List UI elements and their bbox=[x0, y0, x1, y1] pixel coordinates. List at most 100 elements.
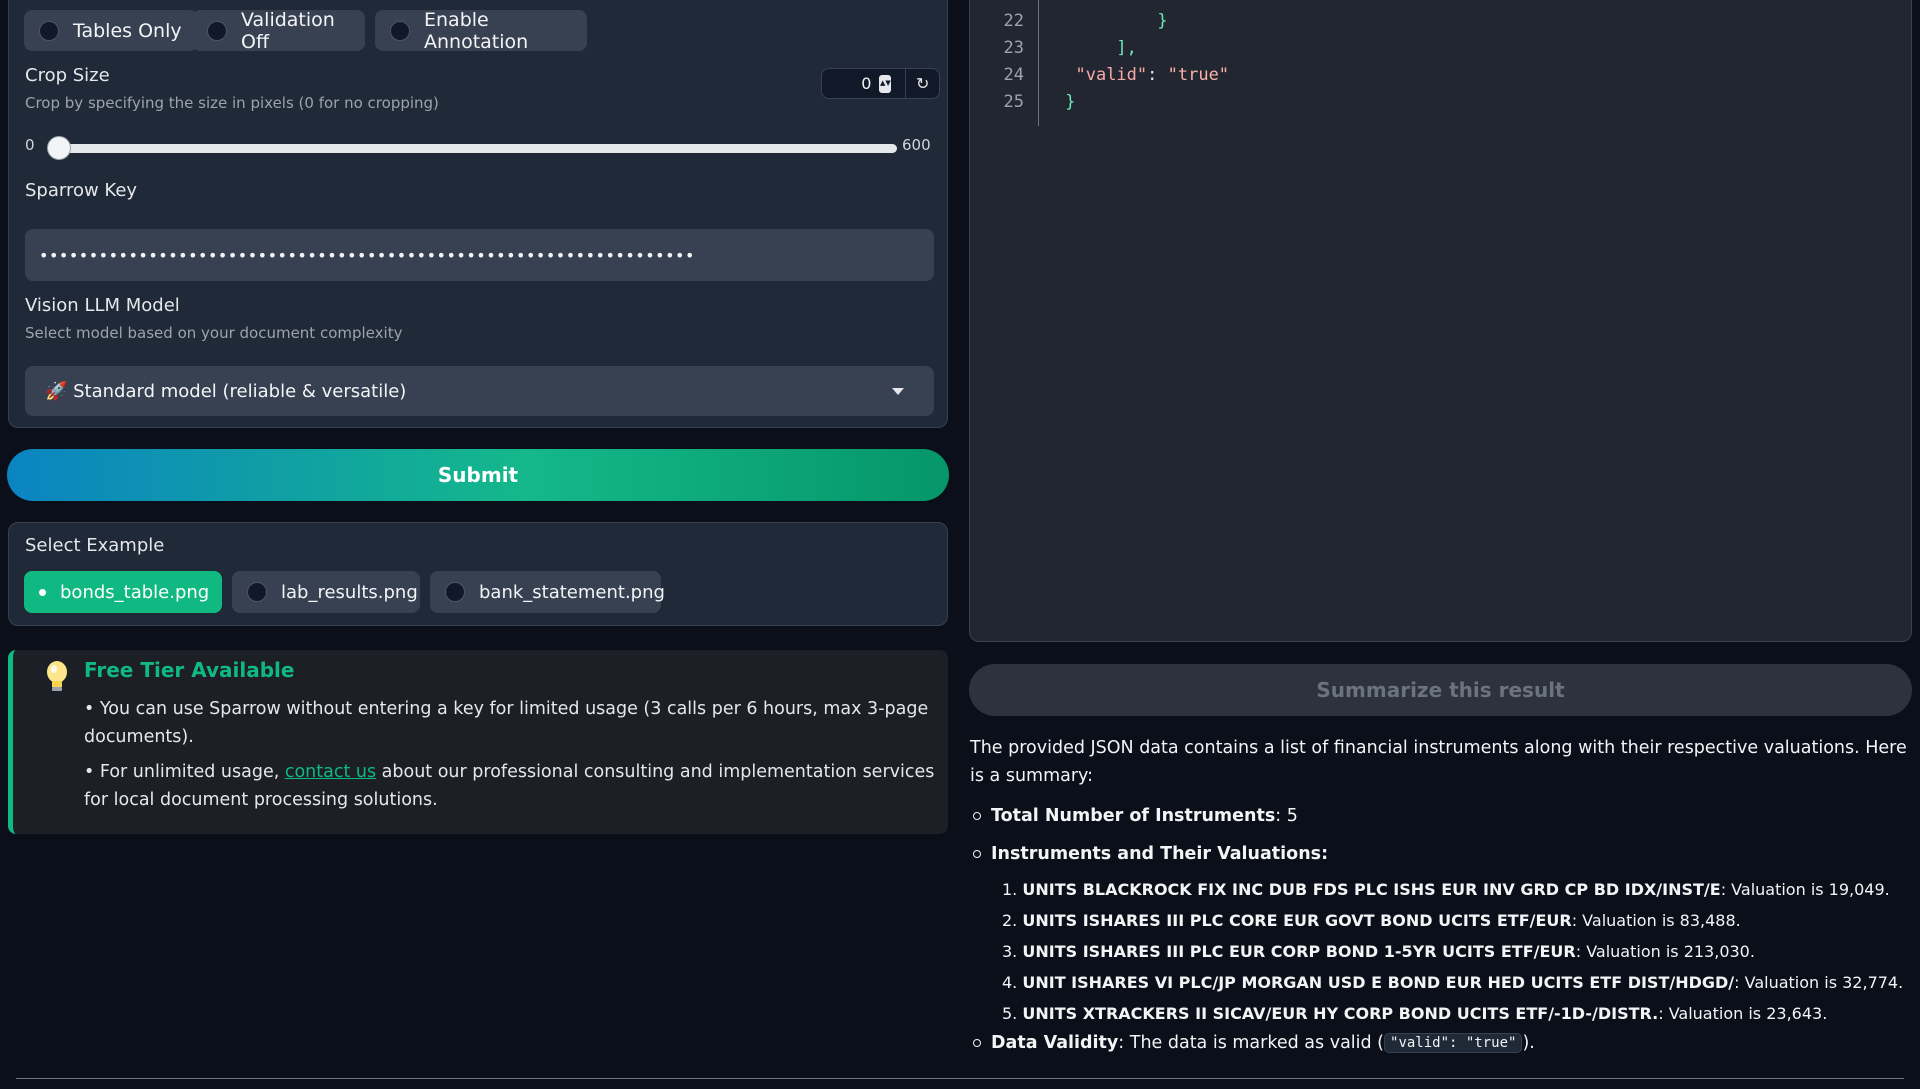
spinner-icon[interactable]: ▲▼ bbox=[879, 74, 892, 93]
bullet-icon bbox=[973, 850, 981, 858]
option-label: Validation Off bbox=[241, 8, 335, 53]
summary-validity-label: Data Validity bbox=[991, 1033, 1119, 1053]
model-dropdown[interactable]: 🚀 Standard model (reliable & versatile) bbox=[25, 366, 934, 416]
item-number: 1. bbox=[1002, 880, 1018, 899]
contact-us-link[interactable]: contact us bbox=[285, 762, 376, 782]
json-punctuation: ], bbox=[1116, 38, 1137, 58]
summarize-button[interactable]: Summarize this result bbox=[969, 664, 1912, 716]
json-punctuation: } bbox=[1065, 92, 1076, 112]
json-key: "valid" bbox=[1075, 65, 1148, 85]
line-number: 25 bbox=[1003, 92, 1024, 112]
line-prefix: • For unlimited usage, bbox=[84, 762, 285, 782]
summary-instruments-heading: Instruments and Their Valuations: bbox=[970, 844, 1328, 864]
reset-icon[interactable]: ↻ bbox=[906, 74, 939, 93]
inline-code: "valid": "true" bbox=[1384, 1033, 1523, 1053]
free-tier-line-2: • For unlimited usage, contact us about … bbox=[84, 758, 944, 814]
tables-only-option[interactable]: Tables Only bbox=[24, 10, 198, 51]
example-bonds-table[interactable]: bonds_table.png bbox=[24, 571, 222, 613]
option-label: Tables Only bbox=[73, 19, 182, 42]
crop-size-title: Crop Size bbox=[25, 65, 110, 86]
summary-validity: Data Validity: The data is marked as val… bbox=[970, 1033, 1535, 1053]
summary-total: Total Number of Instruments: 5 bbox=[970, 806, 1298, 826]
summary-total-value: : 5 bbox=[1275, 806, 1298, 826]
chevron-down-icon bbox=[892, 387, 904, 395]
item-number: 2. bbox=[1002, 911, 1018, 930]
instrument-valuation: : Valuation is 32,774. bbox=[1734, 973, 1904, 992]
sparrow-key-input[interactable]: ••••••••••••••••••••••••••••••••••••••••… bbox=[25, 229, 934, 281]
json-punctuation: } bbox=[1157, 11, 1168, 31]
free-tier-notice: Free Tier Available • You can use Sparro… bbox=[8, 650, 948, 834]
line-number: 23 bbox=[1003, 38, 1024, 58]
example-label: bank_statement.png bbox=[479, 581, 665, 603]
free-tier-line-1: • You can use Sparrow without entering a… bbox=[84, 699, 929, 747]
crop-size-info: Crop by specifying the size in pixels (0… bbox=[25, 94, 439, 112]
instrument-item: 3. UNITS ISHARES III PLC EUR CORP BOND 1… bbox=[1002, 942, 1755, 961]
summary-output: The provided JSON data contains a list o… bbox=[970, 734, 1910, 1053]
validation-off-option[interactable]: Validation Off bbox=[192, 8, 365, 53]
radio-dot bbox=[445, 582, 465, 602]
range-max-label: 600 bbox=[902, 136, 931, 154]
summary-instruments-label: Instruments and Their Valuations: bbox=[991, 844, 1329, 864]
instrument-name: UNITS ISHARES III PLC EUR CORP BOND 1-5Y… bbox=[1022, 942, 1576, 961]
settings-panel: Tables Only Validation Off Enable Annota… bbox=[8, 0, 948, 428]
line-number: 21 bbox=[990, 0, 1024, 4]
instrument-name: UNITS BLACKROCK FIX INC DUB FDS PLC ISHS… bbox=[1022, 880, 1721, 899]
sparrow-key-title: Sparrow Key bbox=[25, 180, 138, 201]
radio-dot bbox=[390, 20, 410, 41]
code-line: "valid": "true" bbox=[1055, 65, 1229, 85]
radio-dot bbox=[247, 582, 267, 602]
code-line: } bbox=[1055, 11, 1168, 31]
instrument-valuation: : Valuation is 23,643. bbox=[1658, 1004, 1828, 1023]
instrument-name: UNIT ISHARES VI PLC/JP MORGAN USD E BOND… bbox=[1022, 973, 1735, 992]
model-info: Select model based on your document comp… bbox=[25, 324, 403, 342]
model-title: Vision LLM Model bbox=[25, 295, 180, 316]
crop-size-value: 0 bbox=[861, 74, 872, 93]
range-min-label: 0 bbox=[25, 136, 35, 154]
example-lab-results[interactable]: lab_results.png bbox=[232, 571, 420, 613]
json-separator: : bbox=[1147, 65, 1168, 85]
examples-panel: Select Example bonds_table.png lab_resul… bbox=[8, 522, 948, 626]
summary-validity-end: ). bbox=[1522, 1033, 1535, 1053]
crop-size-number-input[interactable]: 0 ▲▼ ↻ bbox=[821, 68, 940, 99]
instrument-valuation: : Valuation is 83,488. bbox=[1571, 911, 1741, 930]
line-number: 22 bbox=[1003, 11, 1024, 31]
item-number: 4. bbox=[1002, 973, 1018, 992]
lightbulb-icon bbox=[47, 661, 67, 691]
instrument-item: 2. UNITS ISHARES III PLC CORE EUR GOVT B… bbox=[1002, 911, 1741, 930]
json-separator: : bbox=[1290, 0, 1310, 4]
item-number: 3. bbox=[1002, 942, 1018, 961]
instrument-valuation: : Valuation is 213,030. bbox=[1575, 942, 1755, 961]
code-line: ], bbox=[1055, 38, 1137, 58]
slider-thumb[interactable] bbox=[47, 136, 71, 160]
example-label: lab_results.png bbox=[281, 581, 418, 603]
radio-selected-dot bbox=[39, 582, 46, 602]
instrument-item: 1. UNITS BLACKROCK FIX INC DUB FDS PLC I… bbox=[1002, 880, 1890, 899]
instrument-name: UNITS ISHARES III PLC CORE EUR GOVT BOND… bbox=[1022, 911, 1572, 930]
submit-button[interactable]: Submit bbox=[7, 449, 949, 501]
free-tier-title: Free Tier Available bbox=[84, 658, 295, 682]
item-number: 5. bbox=[1002, 1004, 1018, 1023]
instrument-name: UNITS XTRACKERS II SICAV/EUR HY CORP BON… bbox=[1022, 1004, 1659, 1023]
json-value: "true" bbox=[1167, 65, 1230, 85]
summary-validity-text: : The data is marked as valid ( bbox=[1118, 1033, 1385, 1053]
radio-dot bbox=[207, 20, 227, 41]
json-value: 23643 bbox=[1311, 0, 1362, 4]
summary-total-label: Total Number of Instruments bbox=[991, 806, 1276, 826]
summary-intro: The provided JSON data contains a list o… bbox=[970, 738, 1907, 786]
bullet-icon bbox=[973, 1039, 981, 1047]
model-selected-value: 🚀 Standard model (reliable & versatile) bbox=[45, 380, 407, 402]
example-bank-statement[interactable]: bank_statement.png bbox=[430, 571, 665, 613]
enable-annotation-option[interactable]: Enable Annotation bbox=[375, 9, 587, 53]
radio-dot bbox=[39, 20, 59, 41]
code-line: "valuation": 23643 bbox=[1055, 0, 1362, 4]
crop-size-slider[interactable] bbox=[57, 144, 897, 153]
instrument-item: 5. UNITS XTRACKERS II SICAV/EUR HY CORP … bbox=[1002, 1004, 1827, 1023]
line-number: 24 bbox=[1003, 65, 1024, 85]
example-label: bonds_table.png bbox=[60, 581, 210, 603]
bottom-divider bbox=[16, 1078, 1904, 1079]
